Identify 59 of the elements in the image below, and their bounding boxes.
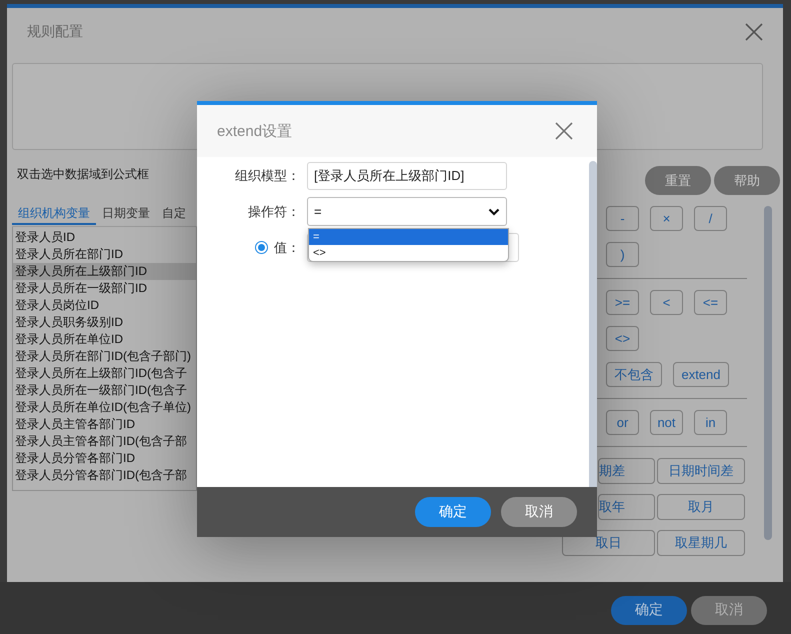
- operator-button[interactable]: /: [694, 206, 727, 231]
- list-item[interactable]: 登录人员ID: [13, 229, 196, 246]
- close-icon[interactable]: [555, 122, 573, 140]
- list-item[interactable]: 登录人员主管各部门ID(包含子部: [13, 433, 196, 450]
- function-button[interactable]: 日期时间差: [657, 458, 745, 484]
- field-label: 操作符：: [247, 202, 300, 220]
- window-title: 规则配置: [27, 22, 83, 40]
- operator-button[interactable]: <>: [606, 326, 639, 351]
- cancel-button[interactable]: 取消: [501, 497, 577, 527]
- list-item[interactable]: 登录人员所在上级部门ID: [13, 263, 196, 280]
- list-item[interactable]: 登录人员分管各部门ID(包含子部: [13, 467, 196, 484]
- operator-button[interactable]: <=: [694, 290, 727, 315]
- function-button[interactable]: 取月: [657, 494, 745, 520]
- operator-button[interactable]: or: [606, 410, 639, 435]
- function-button[interactable]: 取星期几: [657, 530, 745, 556]
- list-item[interactable]: 登录人员职务级别ID: [13, 314, 196, 331]
- dialog-title: extend设置: [217, 122, 292, 140]
- operator-button[interactable]: >=: [606, 290, 639, 315]
- list-item[interactable]: 登录人员所在部门ID(包含子部门): [13, 348, 196, 365]
- tab[interactable]: 日期变量: [96, 202, 156, 225]
- confirm-button[interactable]: 确定: [611, 596, 687, 624]
- operator-select[interactable]: =: [307, 197, 507, 226]
- function-button[interactable]: 取年: [598, 494, 655, 520]
- list-item[interactable]: 登录人员所在单位ID(包含子单位): [13, 399, 196, 416]
- list-item[interactable]: 登录人员所在部门ID: [13, 246, 196, 263]
- operator-button[interactable]: ): [606, 242, 639, 267]
- list-item[interactable]: 登录人员分管各部门ID: [13, 450, 196, 467]
- list-item[interactable]: 登录人员所在一级部门ID: [13, 280, 196, 297]
- dropdown-option[interactable]: =: [309, 229, 508, 245]
- operator-button[interactable]: <: [650, 290, 683, 315]
- operator-button[interactable]: -: [606, 206, 639, 231]
- radio-button[interactable]: [255, 241, 268, 254]
- scrollbar[interactable]: [589, 161, 597, 487]
- list-item[interactable]: 登录人员所在一级部门ID(包含子: [13, 382, 196, 399]
- field-label: 组织模型：: [234, 167, 300, 185]
- operator-button[interactable]: not: [650, 410, 683, 435]
- reset-button[interactable]: 重置: [645, 166, 711, 195]
- close-icon[interactable]: [745, 22, 763, 40]
- operator-button[interactable]: extend: [673, 362, 729, 387]
- cancel-button[interactable]: 取消: [691, 596, 767, 624]
- operator-button[interactable]: ×: [650, 206, 683, 231]
- list-item[interactable]: 登录人员岗位ID: [13, 297, 196, 314]
- list-item[interactable]: 登录人员所在单位ID: [13, 331, 196, 348]
- text-field[interactable]: [登录人员所在上级部门ID]: [307, 162, 507, 190]
- list-item[interactable]: 登录人员主管各部门ID: [13, 416, 196, 433]
- tab[interactable]: 自定: [156, 202, 192, 225]
- confirm-button[interactable]: 确定: [415, 497, 491, 527]
- list-item[interactable]: 登录人员所在上级部门ID(包含子: [13, 365, 196, 382]
- function-button[interactable]: 取日: [562, 530, 655, 556]
- operator-button[interactable]: 不包含: [606, 362, 662, 387]
- scrollbar[interactable]: [764, 206, 772, 540]
- dropdown-option[interactable]: <>: [309, 245, 508, 261]
- hint-text: 双击选中数据域到公式框: [17, 166, 150, 182]
- tab[interactable]: 组织机构变量: [12, 202, 96, 225]
- help-button[interactable]: 帮助: [714, 166, 780, 195]
- operator-button[interactable]: in: [694, 410, 727, 435]
- function-button[interactable]: 期差: [598, 458, 655, 484]
- radio-label: 值：: [274, 238, 300, 256]
- chevron-down-icon: [488, 208, 500, 216]
